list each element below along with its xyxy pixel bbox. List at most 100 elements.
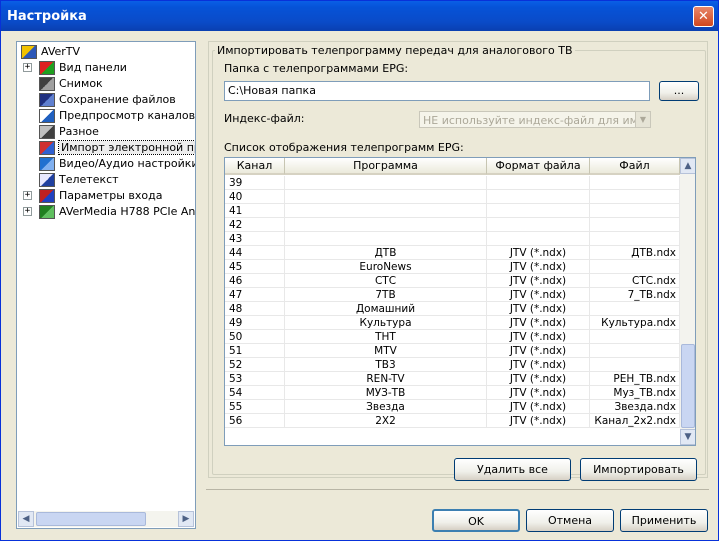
delete-all-button[interactable]: Удалить все [454,458,571,481]
table-row[interactable]: 55 Звезда JTV (*.ndx) Звезда.ndx [225,400,680,414]
scroll-thumb[interactable] [36,512,146,526]
tree-item[interactable]: + Параметры входа [17,188,195,204]
table-row[interactable]: 56 2Х2 JTV (*.ndx) Канал_2х2.ndx [225,414,680,428]
folder-path-input[interactable]: C:\Новая папка [224,81,650,101]
apply-button[interactable]: Применить [620,509,708,532]
import-button[interactable]: Импортировать [580,458,697,481]
cell-channel: 52 [225,358,285,372]
close-button[interactable]: ✕ [693,6,714,27]
grid-header: Канал Программа Формат файла Файл [225,158,680,175]
table-row[interactable]: 41 [225,204,680,218]
table-row[interactable]: 52 ТВ3 JTV (*.ndx) [225,358,680,372]
index-file-value: НЕ используйте индекс-файл для импорт [423,114,651,127]
cell-channel: 56 [225,414,285,428]
input-params-icon [39,189,55,203]
table-row[interactable]: 45 EuroNews JTV (*.ndx) [225,260,680,274]
column-header-format[interactable]: Формат файла [487,158,590,175]
table-row[interactable]: 51 MTV JTV (*.ndx) [225,344,680,358]
tree-item[interactable]: Импорт электронной прог [17,140,195,156]
tree-item[interactable]: Предпросмотр каналов [17,108,195,124]
tree-item-label: Параметры входа [59,189,163,202]
tree-item-label: Импорт электронной прог [57,140,195,155]
expand-icon[interactable]: + [23,63,32,72]
avertv-icon [21,45,37,59]
cell-channel: 45 [225,260,285,274]
table-row[interactable]: 48 Домашний JTV (*.ndx) [225,302,680,316]
tree-item[interactable]: Телетекст [17,172,195,188]
tree-item[interactable]: Сохранение файлов [17,92,195,108]
table-row[interactable]: 39 [225,176,680,190]
camera-icon [39,77,55,91]
tools-icon [39,157,55,171]
tree-item-label: Разное [59,125,99,138]
expand-icon[interactable]: + [23,207,32,216]
table-row[interactable]: 47 7ТВ JTV (*.ndx) 7_ТВ.ndx [225,288,680,302]
tree-item[interactable]: AVerTV [17,44,195,60]
column-header-program[interactable]: Программа [285,158,487,175]
epg-import-panel: Импортировать телепрограмму передач для … [208,39,708,481]
table-row[interactable]: 44 ДТВ JTV (*.ndx) ДТВ.ndx [225,246,680,260]
cell-file [590,330,680,344]
column-header-channel[interactable]: Канал [225,158,285,175]
table-row[interactable]: 53 REN-TV JTV (*.ndx) РЕН_ТВ.ndx [225,372,680,386]
settings-tree[interactable]: AVerTV + Вид панели Снимок Сохранение файлов… [16,41,196,529]
table-row[interactable]: 46 СТС JTV (*.ndx) СТС.ndx [225,274,680,288]
cancel-button[interactable]: Отмена [526,509,614,532]
cell-format [487,176,590,190]
scroll-left-button[interactable]: ◀ [18,511,34,527]
cell-format: JTV (*.ndx) [487,330,590,344]
scroll-right-button[interactable]: ▶ [178,511,194,527]
cell-program: ТВ3 [285,358,487,372]
cell-channel: 51 [225,344,285,358]
tree-item-label: Вид панели [59,61,127,74]
title-bar[interactable]: Настройка ✕ [1,1,718,31]
scroll-thumb[interactable] [681,344,695,428]
table-row[interactable]: 54 МУЗ-ТВ JTV (*.ndx) Муз_ТВ.ndx [225,386,680,400]
table-row[interactable]: 40 [225,190,680,204]
tree-item[interactable]: Видео/Аудио настройки [17,156,195,172]
table-row[interactable]: 42 [225,218,680,232]
cell-channel: 50 [225,330,285,344]
grid-vertical-scrollbar[interactable]: ▲ ▼ [680,158,695,445]
chevron-down-icon[interactable]: ▼ [635,112,650,127]
tree-item[interactable]: + AVerMedia H788 PCIe Analo [17,204,195,220]
cell-program: MTV [285,344,487,358]
tree-item[interactable]: Разное [17,124,195,140]
scroll-down-button[interactable]: ▼ [680,429,695,445]
scroll-up-button[interactable]: ▲ [680,158,695,174]
eye-icon [39,109,55,123]
expand-icon[interactable]: + [23,191,32,200]
cell-file [590,204,680,218]
cell-format: JTV (*.ndx) [487,414,590,428]
cell-format: JTV (*.ndx) [487,288,590,302]
ok-button[interactable]: OK [432,509,520,532]
cell-file [590,232,680,246]
epg-list-grid[interactable]: Канал Программа Формат файла Файл 39 40 41… [224,157,696,446]
tree-horizontal-scrollbar[interactable]: ◀ ▶ [18,511,194,527]
cell-file [590,218,680,232]
close-icon: ✕ [698,9,709,24]
index-file-select[interactable]: НЕ используйте индекс-файл для импорт ▼ [419,111,651,128]
table-row[interactable]: 43 [225,232,680,246]
browse-button[interactable]: ... [659,81,699,101]
import-epg-icon [39,141,55,155]
cell-program: EuroNews [285,260,487,274]
tree-item[interactable]: Снимок [17,76,195,92]
cell-channel: 46 [225,274,285,288]
group-legend: Импортировать телепрограмму передач для … [215,44,575,57]
cell-channel: 55 [225,400,285,414]
column-header-file[interactable]: Файл [590,158,680,175]
save-icon [39,93,55,107]
cell-program: СТС [285,274,487,288]
cell-program [285,204,487,218]
cell-format: JTV (*.ndx) [487,386,590,400]
table-row[interactable]: 49 Культура JTV (*.ndx) Культура.ndx [225,316,680,330]
settings-window: Настройка ✕ AVerTV + Вид панели Снимок Сохра… [0,0,719,541]
cell-format: JTV (*.ndx) [487,260,590,274]
cell-program: REN-TV [285,372,487,386]
window-title: Настройка [7,9,87,24]
table-row[interactable]: 50 ТНТ JTV (*.ndx) [225,330,680,344]
index-file-label: Индекс-файл: [224,112,305,125]
tree-item[interactable]: + Вид панели [17,60,195,76]
cell-format: JTV (*.ndx) [487,372,590,386]
